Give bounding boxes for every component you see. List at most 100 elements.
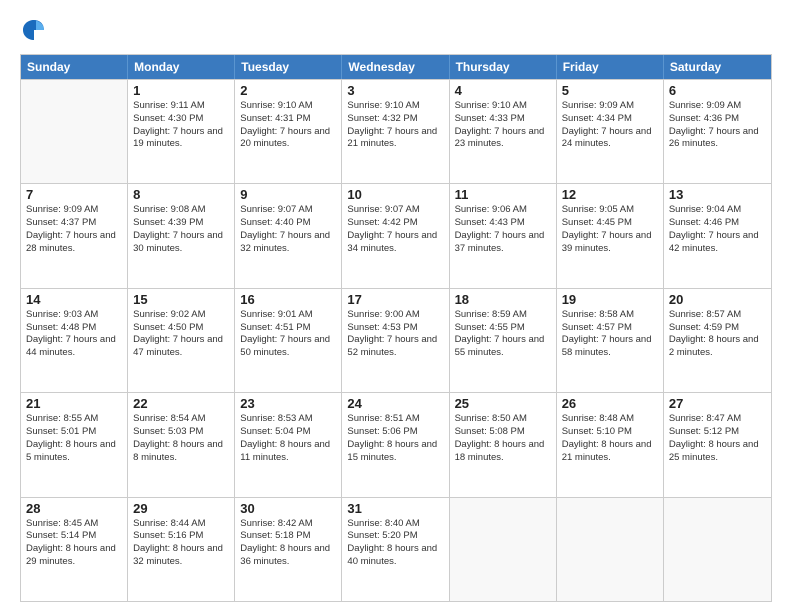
cell-day-number: 17 — [347, 292, 443, 307]
calendar-cell: 14 Sunrise: 9:03 AMSunset: 4:48 PMDayligh… — [21, 289, 128, 392]
logo — [20, 16, 52, 44]
cell-day-number: 19 — [562, 292, 658, 307]
calendar-cell: 17 Sunrise: 9:00 AMSunset: 4:53 PMDayligh… — [342, 289, 449, 392]
calendar-cell: 10Sunrise: 9:07 AMSunset: 4:42 PMDayligh… — [342, 184, 449, 287]
calendar-row-5: 28 Sunrise: 8:45 AMSunset: 5:14 PMDayligh… — [21, 497, 771, 601]
calendar-cell: 29Sunrise: 8:44 AMSunset: 5:16 PMDayligh… — [128, 498, 235, 601]
calendar-cell: 18 Sunrise: 8:59 AMSunset: 4:55 PMDayligh… — [450, 289, 557, 392]
calendar-cell: 3 Sunrise: 9:10 AMSunset: 4:32 PMDaylight… — [342, 80, 449, 183]
cell-info: Sunrise: 8:48 AMSunset: 5:10 PMDaylight:… — [562, 413, 658, 464]
calendar-cell: 30Sunrise: 8:42 AMSunset: 5:18 PMDayligh… — [235, 498, 342, 601]
cell-day-number: 18 — [455, 292, 551, 307]
cell-info: Sunrise: 9:07 AMSunset: 4:42 PMDaylight:… — [347, 204, 443, 255]
cell-info: Sunrise: 9:07 AMSunset: 4:40 PMDaylight:… — [240, 204, 336, 255]
cell-day-number: 28 — [26, 501, 122, 516]
calendar-row-4: 21 Sunrise: 8:55 AMSunset: 5:01 PMDayligh… — [21, 392, 771, 496]
cell-info: Sunrise: 9:09 AMSunset: 4:37 PMDaylight:… — [26, 204, 122, 255]
cell-day-number: 4 — [455, 83, 551, 98]
cell-day-number: 23 — [240, 396, 336, 411]
calendar-cell: 19 Sunrise: 8:58 AMSunset: 4:57 PMDayligh… — [557, 289, 664, 392]
cell-day-number: 14 — [26, 292, 122, 307]
calendar-cell: 12 Sunrise: 9:05 AMSunset: 4:45 PMDayligh… — [557, 184, 664, 287]
calendar-cell: 28 Sunrise: 8:45 AMSunset: 5:14 PMDayligh… — [21, 498, 128, 601]
cell-day-number: 6 — [669, 83, 766, 98]
day-header-thursday: Thursday — [450, 55, 557, 79]
cell-info: Sunrise: 9:01 AMSunset: 4:51 PMDaylight:… — [240, 309, 336, 360]
cell-day-number: 11 — [455, 187, 551, 202]
calendar-cell: 16 Sunrise: 9:01 AMSunset: 4:51 PMDayligh… — [235, 289, 342, 392]
cell-day-number: 16 — [240, 292, 336, 307]
cell-info: Sunrise: 9:02 AMSunset: 4:50 PMDaylight:… — [133, 309, 229, 360]
calendar-cell: 8 Sunrise: 9:08 AMSunset: 4:39 PMDaylight… — [128, 184, 235, 287]
day-header-wednesday: Wednesday — [342, 55, 449, 79]
cell-day-number: 31 — [347, 501, 443, 516]
cell-info: Sunrise: 8:42 AMSunset: 5:18 PMDaylight:… — [240, 518, 336, 569]
cell-day-number: 12 — [562, 187, 658, 202]
cell-day-number: 1 — [133, 83, 229, 98]
day-header-saturday: Saturday — [664, 55, 771, 79]
cell-info: Sunrise: 8:55 AMSunset: 5:01 PMDaylight:… — [26, 413, 122, 464]
day-header-monday: Monday — [128, 55, 235, 79]
cell-day-number: 7 — [26, 187, 122, 202]
cell-day-number: 20 — [669, 292, 766, 307]
cell-day-number: 25 — [455, 396, 551, 411]
cell-info: Sunrise: 9:10 AMSunset: 4:33 PMDaylight:… — [455, 100, 551, 151]
cell-day-number: 15 — [133, 292, 229, 307]
calendar-cell: 21 Sunrise: 8:55 AMSunset: 5:01 PMDayligh… — [21, 393, 128, 496]
calendar-cell: 23Sunrise: 8:53 AMSunset: 5:04 PMDayligh… — [235, 393, 342, 496]
cell-info: Sunrise: 8:57 AMSunset: 4:59 PMDaylight:… — [669, 309, 766, 360]
cell-day-number: 24 — [347, 396, 443, 411]
cell-day-number: 27 — [669, 396, 766, 411]
cell-info: Sunrise: 9:08 AMSunset: 4:39 PMDaylight:… — [133, 204, 229, 255]
calendar-cell — [450, 498, 557, 601]
calendar-cell: 13Sunrise: 9:04 AMSunset: 4:46 PMDayligh… — [664, 184, 771, 287]
cell-day-number: 13 — [669, 187, 766, 202]
cell-info: Sunrise: 8:58 AMSunset: 4:57 PMDaylight:… — [562, 309, 658, 360]
cell-info: Sunrise: 9:11 AMSunset: 4:30 PMDaylight:… — [133, 100, 229, 151]
cell-info: Sunrise: 9:09 AMSunset: 4:34 PMDaylight:… — [562, 100, 658, 151]
calendar-cell: 1 Sunrise: 9:11 AMSunset: 4:30 PMDaylight… — [128, 80, 235, 183]
cell-info: Sunrise: 8:44 AMSunset: 5:16 PMDaylight:… — [133, 518, 229, 569]
calendar-cell: 31 Sunrise: 8:40 AMSunset: 5:20 PMDayligh… — [342, 498, 449, 601]
calendar-cell: 24 Sunrise: 8:51 AMSunset: 5:06 PMDayligh… — [342, 393, 449, 496]
cell-info: Sunrise: 8:40 AMSunset: 5:20 PMDaylight:… — [347, 518, 443, 569]
cell-info: Sunrise: 9:00 AMSunset: 4:53 PMDaylight:… — [347, 309, 443, 360]
cell-day-number: 8 — [133, 187, 229, 202]
day-header-friday: Friday — [557, 55, 664, 79]
cell-info: Sunrise: 9:05 AMSunset: 4:45 PMDaylight:… — [562, 204, 658, 255]
cell-day-number: 5 — [562, 83, 658, 98]
cell-day-number: 21 — [26, 396, 122, 411]
day-header-tuesday: Tuesday — [235, 55, 342, 79]
calendar-cell: 26 Sunrise: 8:48 AMSunset: 5:10 PMDayligh… — [557, 393, 664, 496]
cell-info: Sunrise: 9:10 AMSunset: 4:32 PMDaylight:… — [347, 100, 443, 151]
calendar-cell: 7 Sunrise: 9:09 AMSunset: 4:37 PMDaylight… — [21, 184, 128, 287]
cell-info: Sunrise: 8:51 AMSunset: 5:06 PMDaylight:… — [347, 413, 443, 464]
calendar-cell: 2Sunrise: 9:10 AMSunset: 4:31 PMDaylight… — [235, 80, 342, 183]
calendar-cell: 27 Sunrise: 8:47 AMSunset: 5:12 PMDayligh… — [664, 393, 771, 496]
calendar-cell: 11 Sunrise: 9:06 AMSunset: 4:43 PMDayligh… — [450, 184, 557, 287]
cell-day-number: 3 — [347, 83, 443, 98]
cell-day-number: 26 — [562, 396, 658, 411]
cell-day-number: 9 — [240, 187, 336, 202]
calendar-row-3: 14 Sunrise: 9:03 AMSunset: 4:48 PMDayligh… — [21, 288, 771, 392]
cell-info: Sunrise: 8:47 AMSunset: 5:12 PMDaylight:… — [669, 413, 766, 464]
calendar-cell: 9 Sunrise: 9:07 AMSunset: 4:40 PMDaylight… — [235, 184, 342, 287]
cell-info: Sunrise: 9:09 AMSunset: 4:36 PMDaylight:… — [669, 100, 766, 151]
cell-info: Sunrise: 8:54 AMSunset: 5:03 PMDaylight:… — [133, 413, 229, 464]
calendar-cell: 6 Sunrise: 9:09 AMSunset: 4:36 PMDaylight… — [664, 80, 771, 183]
calendar-body: 1 Sunrise: 9:11 AMSunset: 4:30 PMDaylight… — [21, 79, 771, 601]
cell-info: Sunrise: 8:50 AMSunset: 5:08 PMDaylight:… — [455, 413, 551, 464]
calendar-row-2: 7 Sunrise: 9:09 AMSunset: 4:37 PMDaylight… — [21, 183, 771, 287]
calendar-cell: 4 Sunrise: 9:10 AMSunset: 4:33 PMDaylight… — [450, 80, 557, 183]
cell-info: Sunrise: 9:03 AMSunset: 4:48 PMDaylight:… — [26, 309, 122, 360]
cell-info: Sunrise: 8:45 AMSunset: 5:14 PMDaylight:… — [26, 518, 122, 569]
calendar: SundayMondayTuesdayWednesdayThursdayFrid… — [20, 54, 772, 602]
calendar-cell: 15 Sunrise: 9:02 AMSunset: 4:50 PMDayligh… — [128, 289, 235, 392]
cell-info: Sunrise: 9:06 AMSunset: 4:43 PMDaylight:… — [455, 204, 551, 255]
calendar-header: SundayMondayTuesdayWednesdayThursdayFrid… — [21, 55, 771, 79]
page-header — [20, 16, 772, 44]
cell-info: Sunrise: 8:59 AMSunset: 4:55 PMDaylight:… — [455, 309, 551, 360]
calendar-cell — [664, 498, 771, 601]
calendar-cell: 25 Sunrise: 8:50 AMSunset: 5:08 PMDayligh… — [450, 393, 557, 496]
calendar-cell: 5 Sunrise: 9:09 AMSunset: 4:34 PMDaylight… — [557, 80, 664, 183]
